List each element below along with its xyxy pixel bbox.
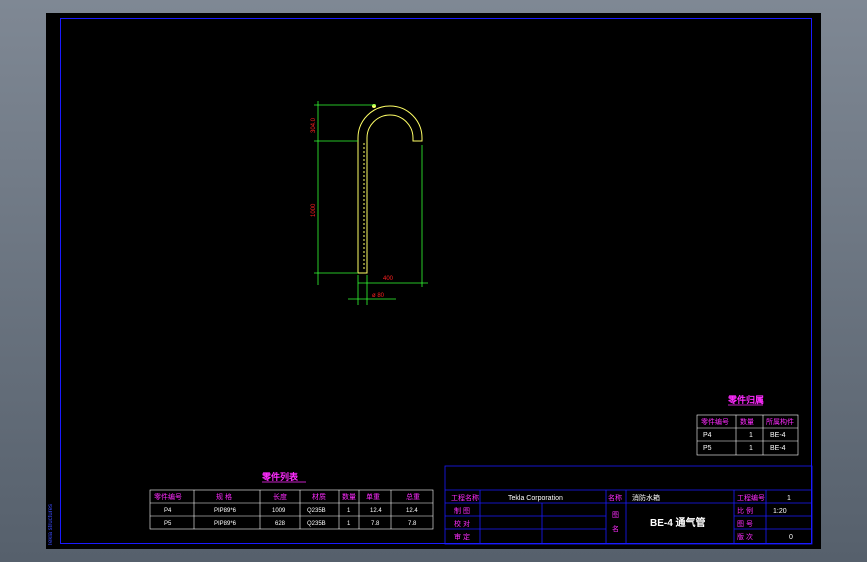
- parts-cell: 628: [275, 521, 286, 527]
- parts-list-table: 零件列表 零件编号 规 格 长度 材质 数量 单重 总重 P4 PIP89*6: [149, 471, 434, 530]
- number-value: 1: [787, 495, 791, 502]
- return-header-part: 零件编号: [701, 417, 729, 426]
- parts-cell: P5: [164, 521, 172, 527]
- parts-return-table: 零件归属 零件编号 数量 所属构件 P4 1 BE-4 P5 1 BE-4: [696, 394, 799, 456]
- dim-width: 400: [383, 276, 394, 282]
- number-label: 工程编号: [737, 493, 765, 502]
- scale-value: 1:20: [773, 508, 787, 515]
- draw-label: 制 图: [454, 506, 470, 515]
- parts-header: 规 格: [216, 492, 232, 501]
- return-cell: BE-4: [770, 432, 786, 439]
- return-cell: 1: [749, 432, 753, 439]
- pipe-outline: [357, 105, 423, 274]
- parts-header: 材质: [312, 492, 326, 501]
- side-watermark: Tekla structures: [48, 503, 54, 546]
- dim-straight-height: 1000: [311, 203, 317, 217]
- scale-label: 比 例: [737, 506, 753, 515]
- parts-cell: 1: [347, 521, 351, 527]
- dim-diameter: ø 80: [372, 293, 385, 299]
- return-cell: 1: [749, 445, 753, 452]
- dim-arc-height: 304.0: [311, 117, 317, 133]
- drawing-canvas: 304.0 1000 400 ø 80 零件归属 零件编号 数量 所属构件 P4…: [46, 13, 821, 549]
- parts-list-title: 零件列表: [261, 471, 299, 482]
- name-value: 消防水箱: [632, 493, 660, 502]
- project-label: 工程名称: [451, 493, 479, 502]
- name-label: 名称: [608, 493, 622, 502]
- parts-header: 总重: [406, 492, 420, 501]
- parts-return-title: 零件归属: [727, 394, 764, 405]
- figure-label: 图: [612, 511, 619, 519]
- dimension-lines: [314, 101, 428, 305]
- title-block: 工程名称 Tekla Corporation 名称 消防水箱 工程编号 1 制 …: [444, 465, 813, 545]
- vent-pipe-drawing: 304.0 1000 400 ø 80: [311, 101, 428, 305]
- figure-label: 名: [612, 524, 619, 533]
- parts-cell: PIP89*6: [214, 521, 237, 527]
- version-label: 版 次: [737, 532, 753, 541]
- return-cell: P5: [703, 445, 712, 452]
- return-header-member: 所属构件: [766, 417, 794, 426]
- parts-cell: Q235B: [307, 508, 326, 514]
- parts-header: 单重: [366, 492, 380, 501]
- parts-cell: P4: [164, 508, 172, 514]
- parts-cell: Q235B: [307, 521, 326, 527]
- figure-name: BE-4 通气管: [650, 516, 706, 529]
- parts-cell: PIP89*6: [214, 508, 237, 514]
- parts-cell: 12.4: [406, 508, 418, 514]
- parts-cell: 1009: [272, 508, 286, 514]
- version-value: 0: [789, 534, 793, 541]
- company-name: Tekla Corporation: [508, 495, 563, 502]
- return-cell: P4: [703, 432, 712, 439]
- check-label: 校 对: [454, 519, 470, 528]
- drawing-svg: 304.0 1000 400 ø 80 零件归属 零件编号 数量 所属构件 P4…: [149, 101, 813, 545]
- parts-header: 数量: [342, 492, 356, 501]
- parts-cell: 1: [347, 508, 351, 514]
- parts-header: 长度: [273, 492, 287, 501]
- return-header-qty: 数量: [740, 417, 754, 426]
- parts-cell: 7.8: [371, 521, 380, 527]
- review-label: 审 定: [454, 532, 470, 541]
- return-cell: BE-4: [770, 445, 786, 452]
- drawing-no-label: 图 号: [737, 520, 753, 528]
- parts-header: 零件编号: [154, 492, 182, 501]
- parts-cell: 7.8: [408, 521, 417, 527]
- parts-cell: 12.4: [370, 508, 382, 514]
